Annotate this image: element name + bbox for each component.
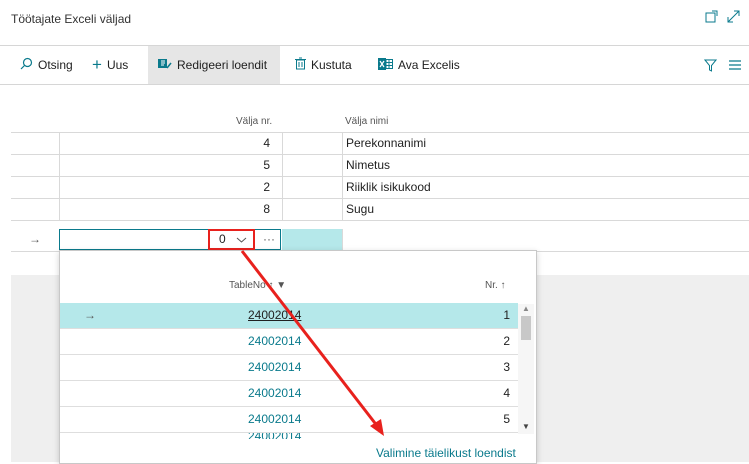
annotation-arrow [240, 250, 384, 436]
